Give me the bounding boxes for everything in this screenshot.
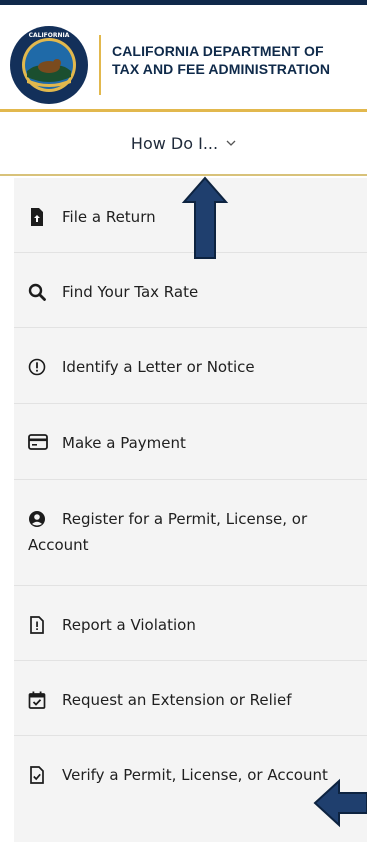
cdtfa-seal-logo[interactable]: CALIFORNIA <box>9 25 89 105</box>
menu-item-request-extension[interactable]: Request an Extension or Relief <box>14 661 367 736</box>
chevron-down-icon <box>226 136 236 150</box>
menu-item-label: Verify a Permit, License, or Account <box>62 766 328 784</box>
menu-item-label: File a Return <box>62 208 156 226</box>
menu-item-find-tax-rate[interactable]: Find Your Tax Rate <box>14 253 367 328</box>
menu-item-label: Identify a Letter or Notice <box>62 358 255 376</box>
site-header: CALIFORNIA CALIFORNIA DEPARTMENT OF TAX … <box>0 0 367 112</box>
how-do-i-label: How Do I... <box>130 133 219 153</box>
info-circle-icon <box>28 358 46 376</box>
report-icon <box>30 616 44 634</box>
menu-item-make-payment[interactable]: Make a Payment <box>14 404 367 480</box>
annotation-arrow-up <box>181 176 229 259</box>
how-do-i-dropdown: File a Return Find Your Tax Rate Identif… <box>14 178 367 842</box>
header-divider <box>99 35 101 95</box>
credit-card-icon <box>28 434 48 450</box>
agency-name-line2: TAX AND FEE ADMINISTRATION <box>112 61 331 77</box>
agency-name-line1: CALIFORNIA DEPARTMENT OF <box>112 43 324 59</box>
menu-item-label: Make a Payment <box>62 434 186 452</box>
agency-name[interactable]: CALIFORNIA DEPARTMENT OF TAX AND FEE ADM… <box>112 42 330 78</box>
svg-text:CALIFORNIA: CALIFORNIA <box>29 32 70 39</box>
file-upload-icon <box>31 208 43 226</box>
annotation-arrow-left <box>313 778 367 828</box>
how-do-i-menu-toggle[interactable]: How Do I... <box>0 112 367 176</box>
menu-item-label: Report a Violation <box>62 616 196 634</box>
menu-item-identify-letter[interactable]: Identify a Letter or Notice <box>14 328 367 404</box>
menu-item-register-permit[interactable]: Register for a Permit, License, or Accou… <box>14 480 367 586</box>
search-icon <box>28 283 46 301</box>
menu-item-report-violation[interactable]: Report a Violation <box>14 586 367 661</box>
menu-item-label: Register for a Permit, License, or Accou… <box>28 510 308 554</box>
menu-item-label: Request an Extension or Relief <box>62 691 292 709</box>
calendar-check-icon <box>28 691 46 709</box>
menu-item-label: Find Your Tax Rate <box>62 283 199 301</box>
